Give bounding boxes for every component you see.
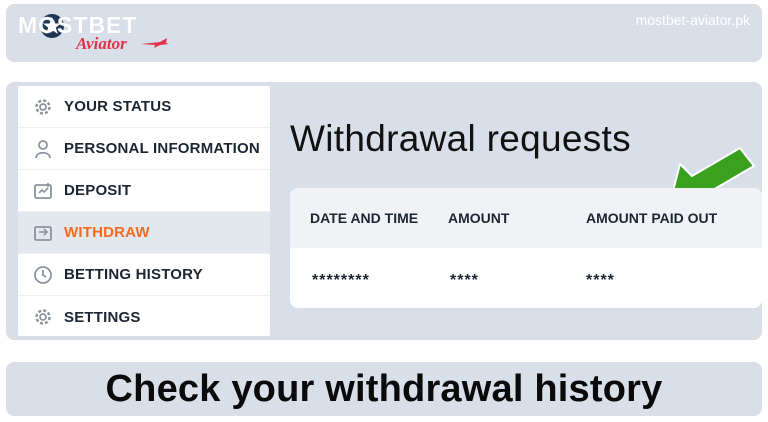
deposit-icon xyxy=(32,180,54,202)
user-icon xyxy=(32,138,54,160)
sidebar-item-deposit[interactable]: DEPOSIT xyxy=(18,170,270,212)
table-cell-amount-paid: **** xyxy=(586,272,615,289)
account-sidebar: YOUR STATUS PERSONAL INFORMATION DEPOSIT… xyxy=(18,86,270,336)
logo-subtitle: Aviator xyxy=(76,34,127,53)
column-header-amount: AMOUNT xyxy=(448,210,510,226)
gear-icon xyxy=(32,96,54,118)
sidebar-item-label: DEPOSIT xyxy=(64,182,132,199)
caption-banner: Check your withdrawal history xyxy=(6,362,762,416)
sidebar-item-label: SETTINGS xyxy=(64,308,141,326)
sidebar-item-withdraw[interactable]: WITHDRAW xyxy=(18,212,270,254)
sidebar-item-settings[interactable]: SETTINGS xyxy=(18,296,270,338)
withdrawal-table: DATE AND TIME AMOUNT AMOUNT PAID OUT ***… xyxy=(290,188,762,308)
sidebar-item-betting-history[interactable]: BETTING HISTORY xyxy=(18,254,270,296)
clock-icon xyxy=(32,264,54,286)
sidebar-item-label: BETTING HISTORY xyxy=(64,266,203,283)
table-cell-amount: **** xyxy=(450,272,479,289)
account-panel: YOUR STATUS PERSONAL INFORMATION DEPOSIT… xyxy=(6,82,762,340)
sidebar-item-personal-information[interactable]: PERSONAL INFORMATION xyxy=(18,128,270,170)
caption-text: Check your withdrawal history xyxy=(105,367,663,410)
header-bar: MOSTBET Aviator mostbet-aviator.pk xyxy=(6,4,762,62)
gear-icon xyxy=(32,306,54,328)
airplane-icon xyxy=(140,36,170,54)
withdraw-icon xyxy=(32,222,54,244)
column-header-date: DATE AND TIME xyxy=(310,210,419,226)
site-url: mostbet-aviator.pk xyxy=(635,12,750,28)
sidebar-item-label: WITHDRAW xyxy=(64,224,150,241)
sidebar-item-label: PERSONAL INFORMATION xyxy=(64,140,260,157)
sidebar-item-label: YOUR STATUS xyxy=(64,98,172,115)
page-title: Withdrawal requests xyxy=(290,118,631,159)
sidebar-item-your-status[interactable]: YOUR STATUS xyxy=(18,86,270,128)
table-cell-date: ******** xyxy=(312,272,370,289)
column-header-amount-paid: AMOUNT PAID OUT xyxy=(586,210,718,226)
